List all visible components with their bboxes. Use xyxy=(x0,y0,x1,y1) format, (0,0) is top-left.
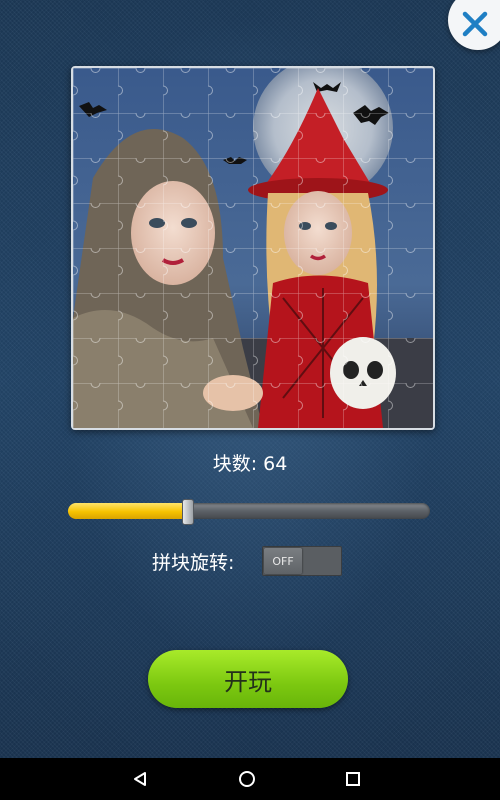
circle-home-icon xyxy=(239,771,255,787)
slider-fill xyxy=(68,503,187,519)
piece-count-label: 块数: 64 xyxy=(212,453,288,475)
rotation-row: 拼块旋转: OFF xyxy=(152,545,342,577)
play-button[interactable]: 开玩 xyxy=(148,650,348,708)
navigation-bar xyxy=(0,758,500,800)
close-x-icon xyxy=(462,11,488,37)
rotation-label: 拼块旋转: xyxy=(152,551,235,574)
puzzle-preview-image xyxy=(71,66,435,430)
slider-thumb[interactable] xyxy=(182,499,194,525)
rotation-toggle[interactable]: OFF xyxy=(262,546,342,576)
square-recents-icon xyxy=(346,772,360,786)
toggle-state-label: OFF xyxy=(264,548,302,574)
home-button[interactable] xyxy=(217,758,277,800)
piece-count-slider[interactable] xyxy=(68,499,430,525)
back-button[interactable] xyxy=(110,758,170,800)
triangle-back-icon xyxy=(134,772,146,786)
recents-button[interactable] xyxy=(323,758,383,800)
